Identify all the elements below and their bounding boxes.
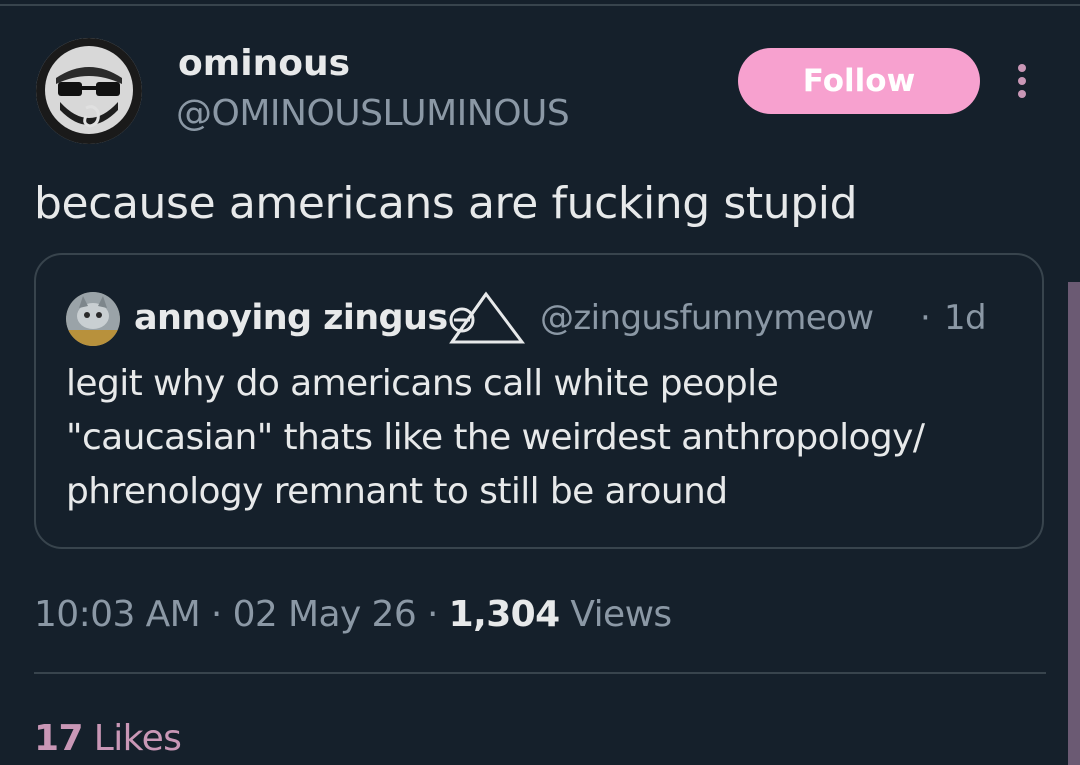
quoted-separator: ·: [920, 298, 931, 338]
quoted-text-line: phrenology remnant to still be around: [66, 471, 728, 512]
author-display-name[interactable]: ominous: [178, 42, 350, 86]
cat-avatar-icon: [66, 292, 120, 346]
masked-face-avatar-icon: [36, 38, 142, 144]
follow-button[interactable]: Follow: [738, 48, 980, 114]
likes-count: 17: [34, 718, 84, 759]
triangle-symbol-icon: [449, 291, 525, 344]
views-label: Views: [570, 594, 672, 635]
author-handle[interactable]: @OMINOUSLUMINOUS: [176, 92, 570, 136]
more-options-icon[interactable]: [1008, 56, 1038, 106]
quoted-author-handle[interactable]: @zingusfunnymeow: [540, 296, 874, 340]
tweet-text: because americans are fucking stupid: [34, 178, 858, 229]
quoted-timestamp[interactable]: 1d: [944, 296, 987, 340]
meta-separator: ·: [426, 594, 438, 635]
quoted-text-line: legit why do americans call white people: [66, 363, 779, 404]
scrollbar[interactable]: [1068, 282, 1080, 765]
tweet-meta: 10:03 AM · 02 May 26 · 1,304 Views: [34, 592, 672, 638]
meta-divider: [34, 672, 1046, 674]
likes-label: Likes: [93, 718, 182, 759]
top-divider: [0, 4, 1080, 6]
views-count: 1,304: [448, 594, 560, 635]
meta-separator: ·: [210, 594, 222, 635]
more-dot: [1018, 90, 1026, 98]
quoted-author-avatar[interactable]: [66, 292, 120, 346]
more-dot: [1018, 77, 1026, 85]
quoted-author-name[interactable]: annoying zingus: [134, 296, 448, 340]
tweet-time[interactable]: 10:03 AM: [34, 594, 201, 635]
likes-link[interactable]: 17 Likes: [34, 716, 182, 762]
quoted-text-line: "caucasian" thats like the weirdest anth…: [66, 417, 925, 458]
tweet-date[interactable]: 02 May 26: [233, 594, 417, 635]
author-avatar[interactable]: [36, 38, 142, 144]
more-dot: [1018, 64, 1026, 72]
